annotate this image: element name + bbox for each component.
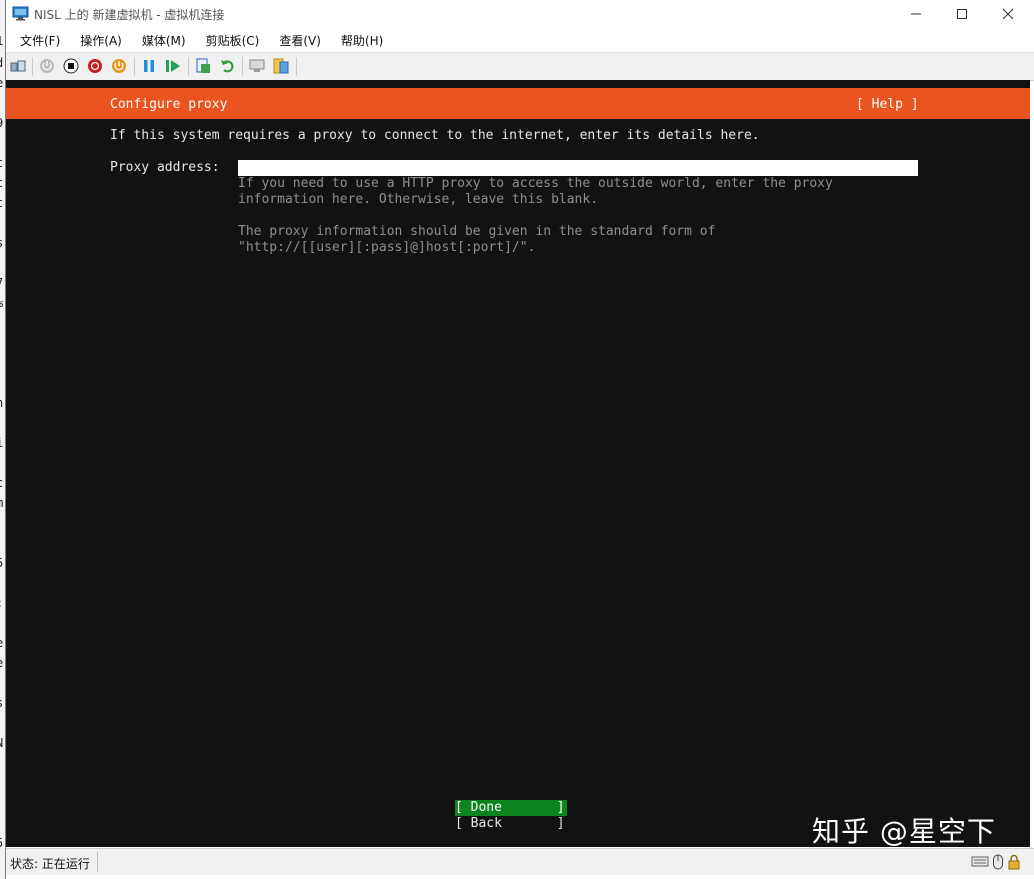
minimize-button[interactable] xyxy=(893,0,939,28)
maximize-icon xyxy=(957,9,967,19)
save-icon[interactable] xyxy=(111,58,127,74)
toolbar xyxy=(6,52,1034,81)
back-button[interactable]: [ Back ] xyxy=(455,816,567,832)
turn-off-icon[interactable] xyxy=(63,58,79,74)
help-button[interactable]: [ Help ] xyxy=(856,97,919,112)
vm-console-screen[interactable]: Configure proxy [ Help ] If this system … xyxy=(6,80,1030,848)
title-bar: NISL 上的 新建虚拟机 - 虚拟机连接 xyxy=(6,0,1034,28)
vm-connection-window: NISL 上的 新建虚拟机 - 虚拟机连接 文件(F) 操作(A) 媒体(M) … xyxy=(5,0,1034,879)
mouse-icon xyxy=(993,854,1003,870)
done-button[interactable]: [ Done ] xyxy=(455,800,567,816)
keyboard-icon xyxy=(971,856,989,867)
status-separator xyxy=(97,852,98,872)
window-title: NISL 上的 新建虚拟机 - 虚拟机连接 xyxy=(34,8,225,22)
status-icons xyxy=(971,854,1021,870)
ctrl-alt-del-icon[interactable] xyxy=(10,58,26,74)
toolbar-separator xyxy=(242,57,243,76)
menu-bar: 文件(F) 操作(A) 媒体(M) 剪贴板(C) 查看(V) 帮助(H) xyxy=(6,28,1034,52)
menu-view[interactable]: 查看(V) xyxy=(279,32,321,49)
toolbar-separator xyxy=(32,57,33,76)
vm-monitor-icon xyxy=(12,6,29,21)
close-button[interactable] xyxy=(985,0,1031,28)
close-icon xyxy=(1002,8,1014,20)
proxy-help-line-2: information here. Otherwise, leave this … xyxy=(238,192,599,207)
enhanced-session-icon[interactable] xyxy=(249,58,265,74)
proxy-help-line-4: The proxy information should be given in… xyxy=(238,224,716,239)
menu-action[interactable]: 操作(A) xyxy=(80,32,122,49)
checkpoint-icon[interactable] xyxy=(195,58,211,74)
watermark-text: 知乎 @星空下 xyxy=(812,815,996,848)
menu-help[interactable]: 帮助(H) xyxy=(341,32,383,49)
lock-icon xyxy=(1008,854,1020,870)
proxy-help-line-5: "http://[[user][:pass]@]host[:port]/". xyxy=(238,240,536,255)
minimize-icon xyxy=(911,13,921,15)
revert-icon[interactable] xyxy=(219,58,235,74)
menu-clipboard[interactable]: 剪贴板(C) xyxy=(206,32,260,49)
installer-header: Configure proxy [ Help ] xyxy=(6,88,1030,119)
share-icon[interactable] xyxy=(273,58,289,74)
intro-text: If this system requires a proxy to conne… xyxy=(110,128,760,143)
maximize-button[interactable] xyxy=(939,0,985,28)
page-title: Configure proxy xyxy=(110,97,228,112)
status-bar: 状态: 正在运行 xyxy=(6,848,1034,875)
start-icon[interactable] xyxy=(39,58,55,74)
proxy-help-line-1: If you need to use a HTTP proxy to acces… xyxy=(238,176,833,191)
toolbar-separator xyxy=(134,57,135,76)
toolbar-separator xyxy=(188,57,189,76)
proxy-address-input[interactable] xyxy=(238,160,918,176)
toolbar-separator xyxy=(296,57,297,76)
pause-icon[interactable] xyxy=(141,58,157,74)
menu-file[interactable]: 文件(F) xyxy=(20,32,60,49)
status-text: 状态: 正在运行 xyxy=(10,857,90,871)
proxy-address-label: Proxy address: xyxy=(110,160,220,175)
menu-media[interactable]: 媒体(M) xyxy=(142,32,186,49)
resume-icon[interactable] xyxy=(165,58,181,74)
shutdown-icon[interactable] xyxy=(87,58,103,74)
